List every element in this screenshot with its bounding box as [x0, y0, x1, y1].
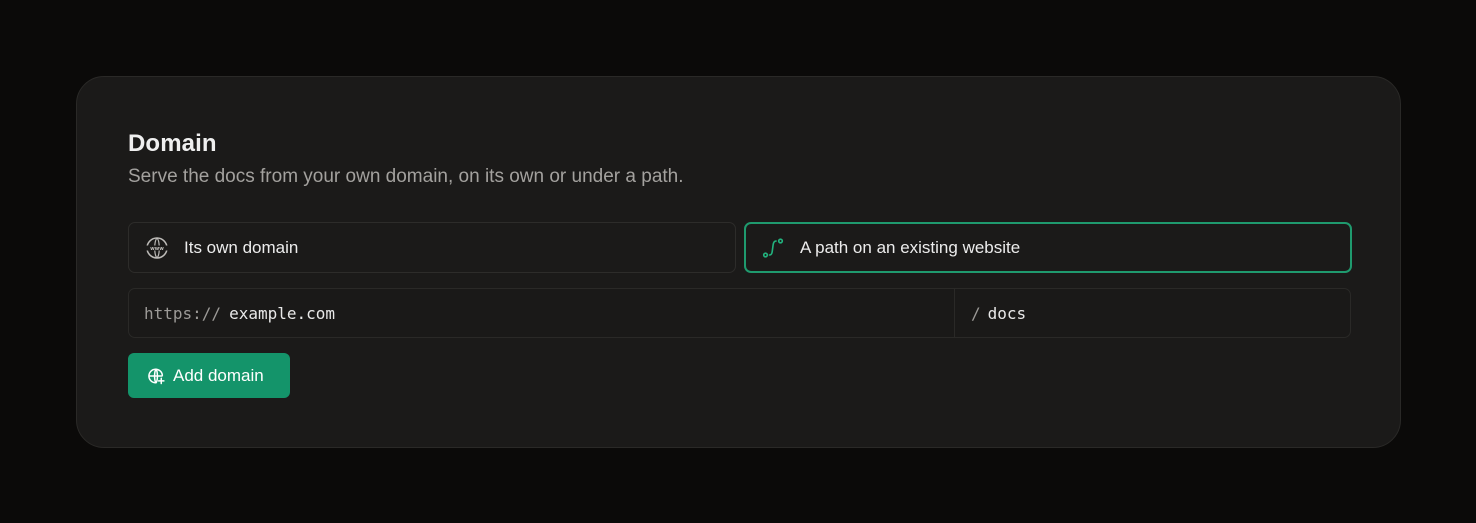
add-domain-button-label: Add domain — [173, 365, 264, 385]
add-domain-button[interactable]: Add domain — [128, 353, 290, 398]
domain-host-input[interactable]: https:// example.com — [129, 289, 955, 337]
svg-text:www: www — [150, 246, 164, 252]
section-subtitle: Serve the docs from your own domain, on … — [128, 166, 684, 187]
domain-url-input-group: https:// example.com / docs — [128, 288, 1351, 338]
option-own-domain[interactable]: www Its own domain — [128, 222, 736, 273]
url-scheme-prefix: https:// — [144, 303, 222, 323]
domain-host-value: example.com — [229, 303, 336, 323]
option-path-label: A path on an existing website — [800, 237, 1021, 257]
option-own-domain-label: Its own domain — [184, 237, 299, 257]
section-title: Domain — [128, 130, 217, 157]
domain-settings-card: Domain Serve the docs from your own doma… — [76, 76, 1401, 448]
option-path-existing-website[interactable]: A path on an existing website — [744, 222, 1352, 273]
path-slash-prefix: / — [971, 303, 981, 323]
www-globe-icon: www — [145, 236, 169, 260]
domain-path-value: docs — [987, 303, 1027, 323]
domain-path-input[interactable]: / docs — [955, 289, 1350, 337]
path-route-icon — [761, 236, 785, 260]
globe-plus-icon — [147, 367, 165, 385]
